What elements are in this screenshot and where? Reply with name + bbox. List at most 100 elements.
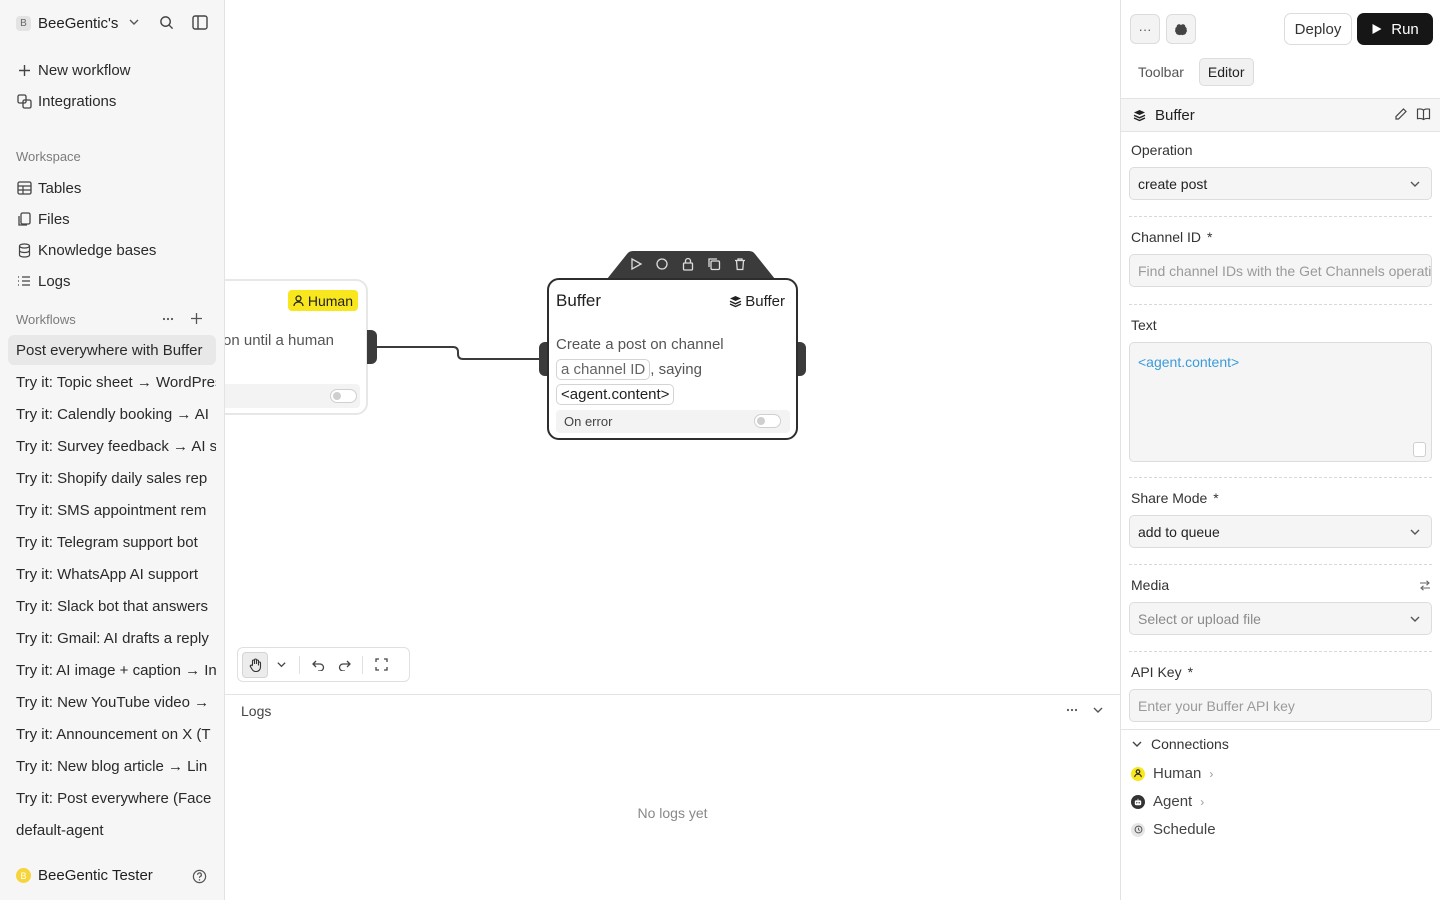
workflow-item[interactable]: Try it: Post everywhere (Face	[8, 783, 216, 813]
sidebar-item-label: Knowledge bases	[38, 241, 157, 259]
integrations-link[interactable]: Integrations	[16, 90, 116, 112]
node-toolbar	[607, 251, 775, 279]
toolbar-divider	[362, 655, 363, 674]
workflow-item[interactable]: Try it: WhatsApp AI support	[8, 559, 216, 589]
workflow-item[interactable]: Try it: New YouTube video →	[8, 687, 216, 717]
more-icon[interactable]	[162, 317, 174, 321]
sidebar-toggle-icon[interactable]	[192, 15, 208, 30]
panel-tabs: Toolbar Editor	[1129, 58, 1254, 86]
workflow-item[interactable]: Try it: Topic sheet → WordPress	[8, 367, 216, 397]
chat-button[interactable]	[1166, 14, 1196, 44]
resize-handle[interactable]	[1413, 442, 1426, 457]
connection-label: Schedule	[1153, 821, 1216, 838]
buffer-node-title: Buffer	[556, 291, 602, 310]
human-footer	[225, 384, 360, 408]
duplicate-icon[interactable]	[707, 257, 721, 271]
sidebar-item-tables[interactable]: Tables	[16, 177, 81, 199]
sidebar-item-logs[interactable]: Logs	[16, 270, 71, 292]
deploy-button[interactable]: Deploy	[1284, 13, 1352, 45]
expand-icon	[374, 658, 388, 671]
connections-toggle[interactable]: Connections	[1131, 736, 1229, 752]
human-toggle[interactable]	[330, 389, 357, 403]
chevron-down-icon	[1409, 526, 1421, 538]
user-menu[interactable]: B BeeGentic Tester	[16, 867, 153, 884]
human-badge-label: Human	[307, 292, 353, 309]
api-key-input[interactable]: Enter your Buffer API key	[1129, 689, 1432, 722]
lock-icon[interactable]	[681, 257, 695, 271]
chevron-down-icon	[1131, 738, 1143, 750]
workflow-item[interactable]: Try it: Announcement on X (T	[8, 719, 216, 749]
more-icon[interactable]	[1066, 708, 1078, 712]
connection-human[interactable]: Human ›	[1131, 765, 1213, 782]
connection-agent[interactable]: Agent ›	[1131, 793, 1204, 810]
undo-button[interactable]	[305, 652, 331, 678]
workflow-canvas[interactable]: Human on until a human Buffer Buffer Cre…	[225, 0, 1120, 694]
workflow-item[interactable]: Post everywhere with Buffer	[8, 335, 216, 365]
sidebar-item-files[interactable]: Files	[16, 208, 70, 230]
logs-title: Logs	[241, 703, 272, 719]
human-node[interactable]: Human on until a human	[225, 279, 368, 415]
new-workflow-button[interactable]: New workflow	[16, 59, 131, 81]
agent-content-chip[interactable]: <agent.content>	[556, 384, 675, 405]
play-icon[interactable]	[629, 257, 643, 271]
tool-dropdown-button[interactable]	[268, 652, 294, 678]
logs-panel: Logs No logs yet	[225, 694, 1120, 900]
tab-toolbar[interactable]: Toolbar	[1129, 58, 1193, 86]
chevron-down-icon[interactable]	[128, 16, 140, 28]
fit-view-button[interactable]	[368, 652, 394, 678]
workspace-name: BeeGentic's	[38, 14, 118, 32]
run-button[interactable]: Run	[1357, 13, 1433, 45]
workflow-item[interactable]: Try it: Shopify daily sales rep	[8, 463, 216, 493]
chevron-down-icon[interactable]	[1092, 704, 1104, 716]
workflow-item[interactable]: Try it: Calendly booking → AI	[8, 399, 216, 429]
buffer-node[interactable]: Buffer Buffer Create a post on channel a…	[547, 278, 798, 440]
on-error-toggle[interactable]	[754, 414, 781, 428]
sidebar-item-knowledge-bases[interactable]: Knowledge bases	[16, 239, 156, 261]
workflow-item[interactable]: Try it: Survey feedback → AI s	[8, 431, 216, 461]
redo-button[interactable]	[331, 652, 357, 678]
workspace-switcher[interactable]: B BeeGentic's	[16, 12, 216, 34]
connection-schedule[interactable]: Schedule	[1131, 821, 1216, 838]
edit-icon[interactable]	[1394, 107, 1408, 121]
chevron-right-icon: ›	[1209, 766, 1214, 781]
sidebar: B BeeGentic's New workflow Integrations …	[0, 0, 225, 900]
block-actions	[1394, 107, 1431, 121]
channel-id-input[interactable]: Find channel IDs with the Get Channels o…	[1129, 254, 1432, 287]
channel-id-chip[interactable]: a channel ID	[556, 359, 651, 380]
integrations-label: Integrations	[38, 92, 117, 110]
media-select[interactable]: Select or upload file	[1129, 602, 1432, 635]
add-workflow-icon[interactable]	[190, 312, 203, 325]
text-label: Text	[1131, 317, 1157, 333]
divider	[1129, 304, 1432, 305]
operation-select[interactable]: create post	[1129, 167, 1432, 200]
person-icon	[293, 294, 304, 307]
swap-icon[interactable]	[1419, 580, 1431, 591]
person-icon	[1131, 766, 1145, 781]
trash-icon[interactable]	[733, 257, 747, 271]
workflow-item[interactable]: Try it: SMS appointment rem	[8, 495, 216, 525]
workflow-item[interactable]: Try it: Slack bot that answers	[8, 591, 216, 621]
hand-tool-button[interactable]	[242, 651, 268, 678]
workflow-item[interactable]: Try it: New blog article → Lin	[8, 751, 216, 781]
circle-icon[interactable]	[655, 257, 669, 271]
search-icon[interactable]	[159, 15, 174, 30]
desc-prefix: Create a post on channel	[556, 336, 724, 353]
share-mode-select[interactable]: add to queue	[1129, 515, 1432, 548]
block-header: Buffer	[1121, 98, 1440, 132]
tab-editor[interactable]: Editor	[1198, 58, 1254, 86]
buffer-node-badge: Buffer	[729, 293, 785, 310]
help-icon[interactable]	[192, 869, 207, 884]
workflow-item[interactable]: Try it: Gmail: AI drafts a reply	[8, 623, 216, 653]
human-output-handle[interactable]	[367, 330, 377, 364]
human-badge: Human	[287, 290, 358, 311]
files-icon	[16, 211, 32, 227]
workflow-item[interactable]: default-agent	[8, 815, 216, 845]
book-icon[interactable]	[1416, 107, 1431, 121]
workflow-item[interactable]: Try it: Telegram support bot	[8, 527, 216, 557]
workflow-item[interactable]: Try it: AI image + caption → In	[8, 655, 216, 685]
more-button[interactable]: ···	[1130, 14, 1160, 44]
divider	[1129, 564, 1432, 565]
workspace-section-label: Workspace	[16, 149, 81, 164]
avatar: B	[16, 868, 31, 883]
text-input[interactable]: <agent.content>	[1129, 342, 1432, 462]
